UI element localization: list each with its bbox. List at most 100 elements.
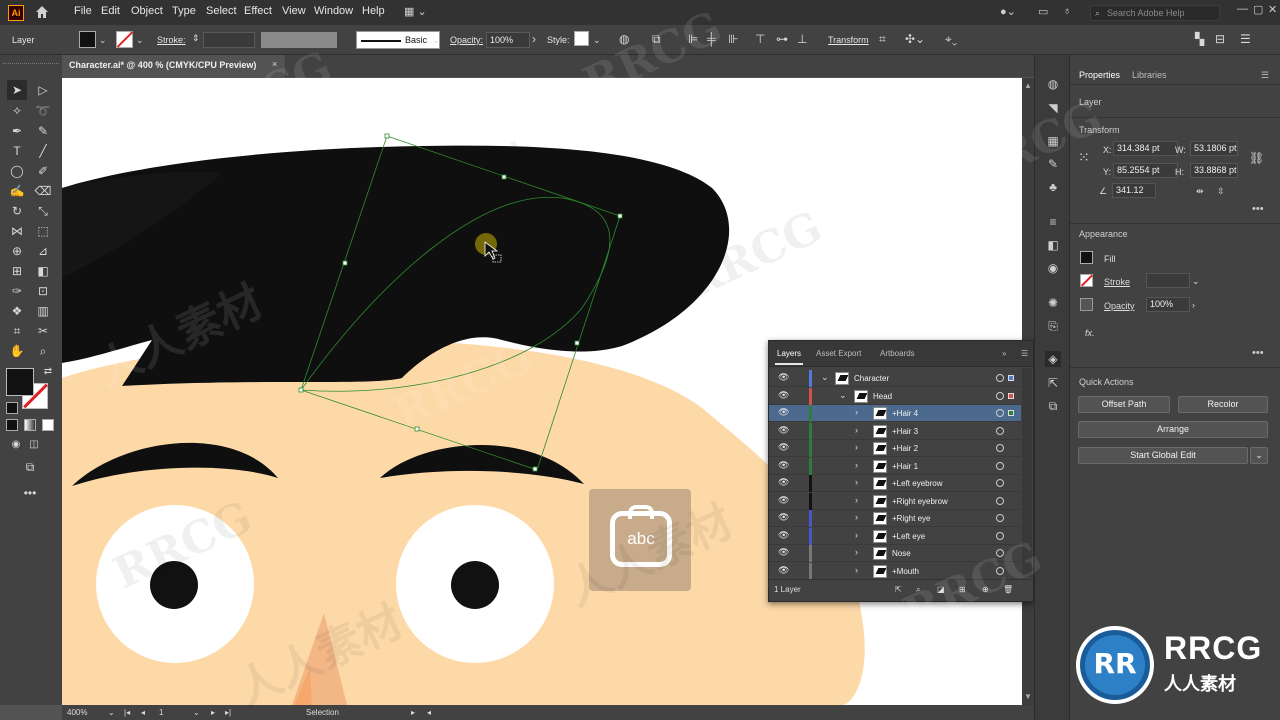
visibility-eye-icon[interactable]: 👁︎ <box>778 512 789 523</box>
layer-row[interactable]: 👁︎ › +Hair 3 <box>769 422 1021 440</box>
menu-effect[interactable]: Effect <box>244 5 272 17</box>
appearance-fill-swatch[interactable] <box>1080 251 1093 264</box>
layers-scrollbar[interactable] <box>1022 368 1032 577</box>
swatches-icon[interactable]: ▦ <box>1045 133 1061 149</box>
global-edit-options-icon[interactable]: ⌄ <box>1250 447 1268 464</box>
target-circle-icon[interactable] <box>996 479 1004 487</box>
layer-name[interactable]: +Left eyebrow <box>892 479 942 488</box>
chevron-down-icon[interactable]: ⌄ <box>108 708 115 717</box>
chevron-right-icon[interactable]: › <box>855 530 858 540</box>
transparency-icon[interactable]: ◧ <box>1045 237 1061 253</box>
start-global-edit-button[interactable]: Start Global Edit <box>1078 447 1248 464</box>
curvature-tool-icon[interactable]: ✎ <box>33 121 53 141</box>
target-circle-icon[interactable] <box>996 426 1004 435</box>
brush-definition-select[interactable]: Basic <box>356 31 440 49</box>
opacity-field[interactable]: 100% <box>486 32 530 48</box>
gradient-panel-icon[interactable]: ◥ <box>1045 100 1061 116</box>
layer-row[interactable]: 👁︎ ⌄ Head <box>769 387 1021 405</box>
selection-indicator[interactable] <box>1008 392 1014 399</box>
align-to-icon[interactable]: ⧉ <box>652 32 661 47</box>
chevron-right-icon[interactable]: › <box>855 425 858 435</box>
gradient-tool-icon[interactable]: ◧ <box>33 261 53 281</box>
stroke-label[interactable]: Stroke: <box>157 35 186 45</box>
align-center-icon[interactable]: ╪ <box>707 32 716 46</box>
layer-name[interactable]: +Hair 2 <box>892 444 918 453</box>
chevron-down-icon[interactable]: ⌄ <box>193 708 200 717</box>
more-options-icon[interactable]: ••• <box>1252 347 1264 359</box>
first-artboard-icon[interactable]: |◂ <box>124 708 130 717</box>
y-field[interactable]: 85.2554 pt <box>1113 163 1178 178</box>
rotate-tool-icon[interactable]: ↻ <box>7 201 27 221</box>
graphic-styles-icon[interactable]: ✺ <box>1045 295 1061 311</box>
pen-tool-icon[interactable]: ✒ <box>7 121 27 141</box>
target-circle-icon[interactable] <box>996 461 1004 470</box>
target-circle-icon[interactable] <box>996 444 1004 452</box>
ellipse-tool-icon[interactable]: ◯ <box>7 161 27 181</box>
export-panel-icon[interactable]: ⇱ <box>1045 375 1061 391</box>
align-middle-icon[interactable]: ⊶ <box>776 32 788 46</box>
visibility-eye-icon[interactable]: 👁︎ <box>778 460 789 471</box>
layer-row[interactable]: 👁︎ › +Mouth <box>769 562 1021 580</box>
visibility-eye-icon[interactable]: 👁︎ <box>778 495 789 506</box>
recolor-button[interactable]: Recolor <box>1178 396 1268 413</box>
menu-select[interactable]: Select <box>206 5 237 17</box>
direct-selection-tool-icon[interactable]: ▷ <box>33 80 53 100</box>
chevron-right-icon[interactable]: › <box>532 32 536 46</box>
selection-tool-icon[interactable]: ➤ <box>7 80 27 100</box>
menu-window[interactable]: Window <box>314 5 353 17</box>
appearance-panel-icon[interactable]: ◉ <box>1045 260 1061 276</box>
selection-indicator[interactable] <box>1008 410 1014 416</box>
next-artboard-icon[interactable]: ▸ <box>211 708 215 717</box>
layer-row[interactable]: 👁︎ › +Left eyebrow <box>769 475 1021 492</box>
symbol-sprayer-icon[interactable]: ❖ <box>7 301 27 321</box>
align-top-icon[interactable]: ⊤ <box>755 32 765 46</box>
shape-builder-icon[interactable]: ⊕ <box>7 241 27 261</box>
layer-name[interactable]: +Mouth <box>892 567 919 576</box>
new-sublayer-icon[interactable]: ⊞ <box>959 585 966 594</box>
home-icon[interactable] <box>34 4 50 22</box>
w-field[interactable]: 53.1806 pt <box>1190 141 1238 156</box>
layer-row[interactable]: 👁︎ › +Left eye <box>769 527 1021 545</box>
target-circle-icon[interactable] <box>996 566 1004 575</box>
target-circle-icon[interactable] <box>996 374 1004 382</box>
tab-libraries[interactable]: Libraries <box>1132 70 1167 80</box>
constrain-proportions-icon[interactable]: ⛓ <box>1249 151 1264 165</box>
visibility-eye-icon[interactable]: 👁︎ <box>778 477 789 488</box>
last-artboard-icon[interactable]: ▸| <box>225 708 231 717</box>
chevron-right-icon[interactable]: › <box>855 495 858 505</box>
recolor-artwork-icon[interactable]: ◍ <box>619 32 629 46</box>
change-screen-mode-icon[interactable]: ⧉ <box>20 457 40 477</box>
variable-width-profile[interactable] <box>261 32 337 48</box>
magic-wand-icon[interactable]: ✧ <box>7 101 27 121</box>
document-tab[interactable]: Character.ai* @ 400 % (CMYK/CPU Preview)… <box>62 55 286 77</box>
chevron-right-icon[interactable]: › <box>1192 300 1195 310</box>
scroll-up-icon[interactable]: ▲ <box>1024 81 1032 90</box>
layer-name[interactable]: +Left eye <box>892 532 925 541</box>
collapse-panel-icon[interactable]: » <box>1002 349 1006 358</box>
lightbulb-icon[interactable]: ♁ <box>1063 5 1071 17</box>
brushes-icon[interactable]: ✎ <box>1045 156 1061 172</box>
scroll-left-icon[interactable]: ◂ <box>427 708 431 717</box>
visibility-eye-icon[interactable]: 👁︎ <box>778 547 789 558</box>
layer-row[interactable]: 👁︎ › +Hair 4 <box>769 405 1021 422</box>
chevron-down-icon[interactable]: ⌄ <box>136 35 144 46</box>
opacity-label[interactable]: Opacity: <box>450 35 483 45</box>
minimize-icon[interactable]: — <box>1237 3 1248 15</box>
more-options-icon[interactable]: ••• <box>1252 203 1264 215</box>
offset-path-button[interactable]: Offset Path <box>1078 396 1170 413</box>
selection-indicator[interactable] <box>1008 375 1014 381</box>
x-field[interactable]: 314.384 pt <box>1113 141 1178 156</box>
visibility-eye-icon[interactable]: 👁︎ <box>778 442 789 453</box>
fill-swatch[interactable] <box>79 31 96 48</box>
target-circle-icon[interactable] <box>996 531 1004 540</box>
layer-name[interactable]: +Right eyebrow <box>892 497 948 506</box>
user-icon[interactable]: ●⌄ <box>1000 5 1016 18</box>
column-graph-icon[interactable]: ▥ <box>33 301 53 321</box>
h-field[interactable]: 33.8868 pt <box>1190 163 1238 178</box>
align-right-icon[interactable]: ⊪ <box>728 32 738 46</box>
chevron-down-icon[interactable]: ⌄ <box>99 35 107 46</box>
target-circle-icon[interactable] <box>996 549 1004 557</box>
isolate-icon[interactable]: ⌗ <box>879 32 886 47</box>
chevron-right-icon[interactable]: › <box>855 460 858 470</box>
menu-file[interactable]: File <box>74 5 92 17</box>
